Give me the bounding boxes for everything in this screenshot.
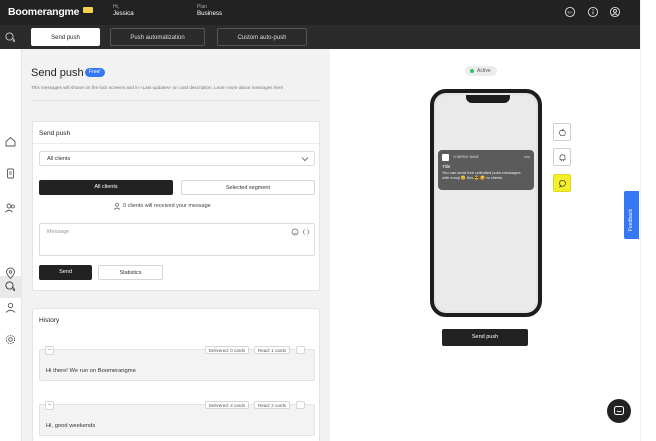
tab-send-push[interactable]: Send push xyxy=(31,28,100,46)
page-title: Send push xyxy=(31,67,84,79)
emoji-icon[interactable] xyxy=(291,228,299,236)
clients-icon[interactable] xyxy=(4,201,17,214)
page-description: This messages will shown on the lock scr… xyxy=(31,85,284,90)
chat-bubble-icon xyxy=(614,406,624,415)
copy-icon[interactable] xyxy=(296,401,305,409)
plan-info: Plan Business xyxy=(197,4,222,18)
audience-select[interactable]: All clients xyxy=(39,151,315,166)
notification-title: Title xyxy=(442,164,451,169)
history-card: History – Delivered: 0 cards Read: 1 car… xyxy=(32,308,320,441)
notification-body: You can send free unlimited push-message… xyxy=(442,170,521,180)
logo[interactable]: Boomerangme xyxy=(8,6,80,18)
variables-icon[interactable] xyxy=(302,228,310,236)
ios-preview-button[interactable] xyxy=(553,123,571,141)
preview-panel: Active COMPANY NAME now Title You can se… xyxy=(330,49,640,425)
collapse-icon[interactable]: – xyxy=(45,401,54,410)
logo-card-icon xyxy=(83,7,93,13)
recipients-count: 0 clients will received your message xyxy=(123,203,211,209)
segment-all-clients-button[interactable]: All clients xyxy=(39,180,173,195)
info-icon[interactable] xyxy=(587,6,599,18)
history-item[interactable]: – Delivered: 0 cards Read: 1 cards Hi th… xyxy=(39,346,315,381)
plan-name: Business xyxy=(197,10,223,17)
push-messages-icon[interactable] xyxy=(4,280,17,293)
status-dot xyxy=(470,69,474,73)
android-preview-button[interactable] xyxy=(553,148,571,166)
read-count: Read: 2 cards xyxy=(253,401,290,409)
audience-select-value: All clients xyxy=(47,156,71,162)
sidebar xyxy=(0,49,22,441)
android-icon xyxy=(559,154,566,162)
phone-notch xyxy=(466,95,510,103)
history-message-text: Hi there! We run on Boomerangme xyxy=(46,368,136,374)
copy-icon[interactable] xyxy=(296,346,305,354)
notification-app-name: COMPANY NAME xyxy=(453,155,479,159)
settings-icon[interactable] xyxy=(4,333,17,346)
chat-icon xyxy=(558,179,566,188)
phone-screen: COMPANY NAME now Title You can send free… xyxy=(436,95,536,311)
free-badge: Free! xyxy=(85,68,105,77)
history-item[interactable]: – Delivered: 2 cards Read: 2 cards Hi, g… xyxy=(39,401,315,436)
card-header: Send push xyxy=(33,122,319,144)
app-icon xyxy=(442,154,449,161)
history-title: History xyxy=(39,317,60,324)
read-count: Read: 1 cards xyxy=(253,346,290,354)
delivered-count: Delivered: 0 cards xyxy=(204,346,249,354)
user-info: Hi, Jessica xyxy=(113,4,134,18)
cards-icon[interactable] xyxy=(4,167,17,180)
history-message-text: Hi, good weekends xyxy=(46,423,96,429)
send-push-card: Send push All clients All clients Select… xyxy=(32,121,320,291)
support-chat-button[interactable] xyxy=(607,399,631,423)
phone-mockup: COMPANY NAME now Title You can send free… xyxy=(430,89,542,317)
tab-custom-auto-push[interactable]: Custom auto-push xyxy=(217,28,307,46)
tab-bar: Send push Push automatization Custom aut… xyxy=(0,25,640,49)
message-preview-button[interactable] xyxy=(553,174,571,192)
user-name: Jessica xyxy=(113,10,134,17)
statistics-button[interactable]: Statistics xyxy=(98,265,163,280)
message-placeholder: Message xyxy=(47,229,70,235)
messages-icon xyxy=(5,32,15,43)
send-push-panel: Send push Free! This messages will shown… xyxy=(22,49,330,441)
feedback-tab[interactable]: Feedback xyxy=(624,191,639,239)
top-bar: Boomerangme Hi, Jessica Plan Business En xyxy=(0,0,640,25)
delivered-count: Delivered: 2 cards xyxy=(204,401,249,409)
send-push-card-title: Send push xyxy=(39,130,71,137)
language-icon[interactable]: En xyxy=(564,6,576,18)
segment-selected-button[interactable]: Selected segment xyxy=(181,180,315,195)
page-edge xyxy=(640,0,656,441)
feedback-label: Feedback xyxy=(628,209,634,231)
notification-time: now xyxy=(524,155,530,159)
status-label: Active xyxy=(477,68,491,74)
divider xyxy=(31,100,321,101)
apple-icon xyxy=(559,128,566,137)
svg-text:En: En xyxy=(568,10,573,15)
home-icon[interactable] xyxy=(4,135,17,148)
tab-push-automatization[interactable]: Push automatization xyxy=(110,28,205,46)
preview-send-push-button[interactable]: Send push xyxy=(442,329,528,346)
push-notification-preview: COMPANY NAME now Title You can send free… xyxy=(438,150,534,190)
user-icon xyxy=(113,202,121,210)
send-button[interactable]: Send xyxy=(39,265,92,280)
profile-icon[interactable] xyxy=(609,6,621,18)
location-icon[interactable] xyxy=(4,267,17,280)
manager-icon[interactable] xyxy=(4,301,17,314)
status-badge: Active xyxy=(465,66,497,76)
message-input[interactable]: Message xyxy=(39,223,315,256)
chevron-down-icon xyxy=(301,157,309,162)
collapse-icon[interactable]: – xyxy=(45,346,54,355)
